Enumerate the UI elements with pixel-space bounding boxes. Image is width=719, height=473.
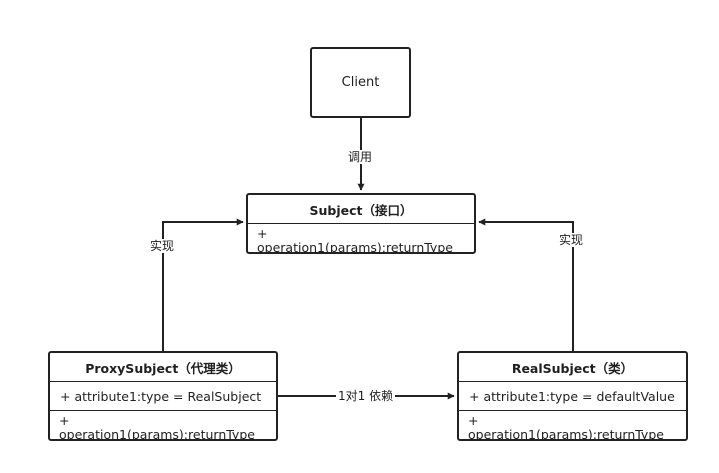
real-op-signature: operation1(params):returnType bbox=[468, 427, 664, 441]
subject-title: Subject（接口） bbox=[248, 195, 474, 224]
proxy-title: ProxySubject（代理类） bbox=[50, 353, 276, 382]
proxy-operation: + operation1(params):returnType bbox=[50, 411, 276, 441]
edge-label-call: 调用 bbox=[346, 150, 375, 164]
edge-label-dependency: 1对1 依赖 bbox=[336, 389, 396, 403]
proxy-subject-class[interactable]: ProxySubject（代理类） + attribute1:type = Re… bbox=[48, 351, 278, 441]
edge-label-impl-left: 实现 bbox=[148, 239, 177, 253]
real-attribute: + attribute1:type = defaultValue bbox=[459, 382, 686, 411]
proxy-op-prefix: + bbox=[59, 413, 70, 428]
subject-op-prefix: + bbox=[257, 226, 268, 241]
subject-operation: + operation1(params):returnType bbox=[248, 224, 474, 254]
real-subject-class[interactable]: RealSubject（类） + attribute1:type = defau… bbox=[457, 351, 688, 441]
real-operation: + operation1(params):returnType bbox=[459, 411, 686, 441]
real-title: RealSubject（类） bbox=[459, 353, 686, 382]
subject-op-signature: operation1(params):returnType bbox=[257, 240, 453, 254]
edge-label-impl-right: 实现 bbox=[557, 233, 586, 247]
proxy-op-signature: operation1(params):returnType bbox=[59, 427, 255, 441]
real-op-prefix: + bbox=[468, 413, 479, 428]
subject-class[interactable]: Subject（接口） + operation1(params):returnT… bbox=[246, 193, 476, 254]
client-label: Client bbox=[341, 75, 380, 90]
proxy-attribute: + attribute1:type = RealSubject bbox=[50, 382, 276, 411]
client-node[interactable]: Client bbox=[310, 47, 411, 118]
